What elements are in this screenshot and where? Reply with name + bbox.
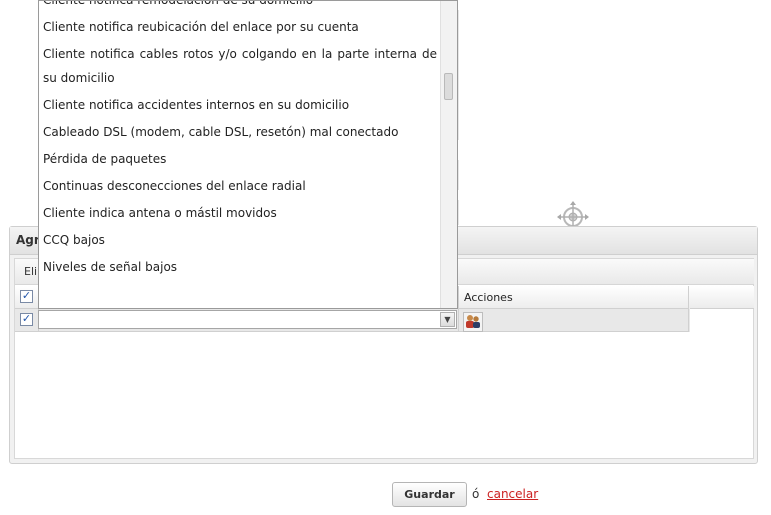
grid-header-filler <box>690 286 754 309</box>
select-all-checkbox[interactable]: ✓ <box>20 290 33 303</box>
cause-select[interactable]: ▼ <box>38 310 457 329</box>
grid-header-check-cell: ✓ <box>15 286 39 309</box>
dropdown-option[interactable]: Continuas desconecciones del enlace radi… <box>39 174 441 198</box>
row-actions-cell <box>459 309 689 332</box>
chevron-down-icon[interactable]: ▼ <box>440 312 455 327</box>
background-divider <box>458 200 459 225</box>
dropdown-option[interactable]: Cableado DSL (modem, cable DSL, resetón)… <box>39 120 441 144</box>
cause-dropdown-list[interactable]: Cliente notifica remodelación de su domi… <box>38 0 458 309</box>
dropdown-option[interactable]: Cliente notifica reubicación del enlace … <box>39 15 441 39</box>
dropdown-option[interactable]: Cliente indica antena o mástil movidos <box>39 201 441 225</box>
grid-header-actions: Acciones <box>459 286 689 309</box>
cancel-link[interactable]: cancelar <box>487 487 538 501</box>
save-button[interactable]: Guardar <box>392 482 467 507</box>
dropdown-option[interactable]: CCQ bajos <box>39 228 441 252</box>
dropdown-option[interactable]: Cliente notifica cables rotos y/o colgan… <box>39 42 441 90</box>
scrollbar-thumb[interactable] <box>444 73 453 100</box>
dropdown-options: Cliente notifica remodelación de su domi… <box>39 1 441 282</box>
dropdown-option[interactable]: Pérdida de paquetes <box>39 147 441 171</box>
background-divider <box>458 160 459 190</box>
dropdown-scrollbar[interactable] <box>440 1 457 308</box>
dropdown-option[interactable]: Cliente notifica remodelación de su domi… <box>39 1 441 12</box>
background-divider <box>458 10 459 140</box>
row-checkbox[interactable]: ✓ <box>20 313 33 326</box>
dropdown-option[interactable]: Niveles de señal bajos <box>39 255 441 279</box>
row-check-cell: ✓ <box>15 309 39 332</box>
dropdown-option[interactable]: Cliente notifica accidentes internos en … <box>39 93 441 117</box>
people-icon[interactable] <box>463 312 483 332</box>
separator-text: ó <box>472 487 480 501</box>
